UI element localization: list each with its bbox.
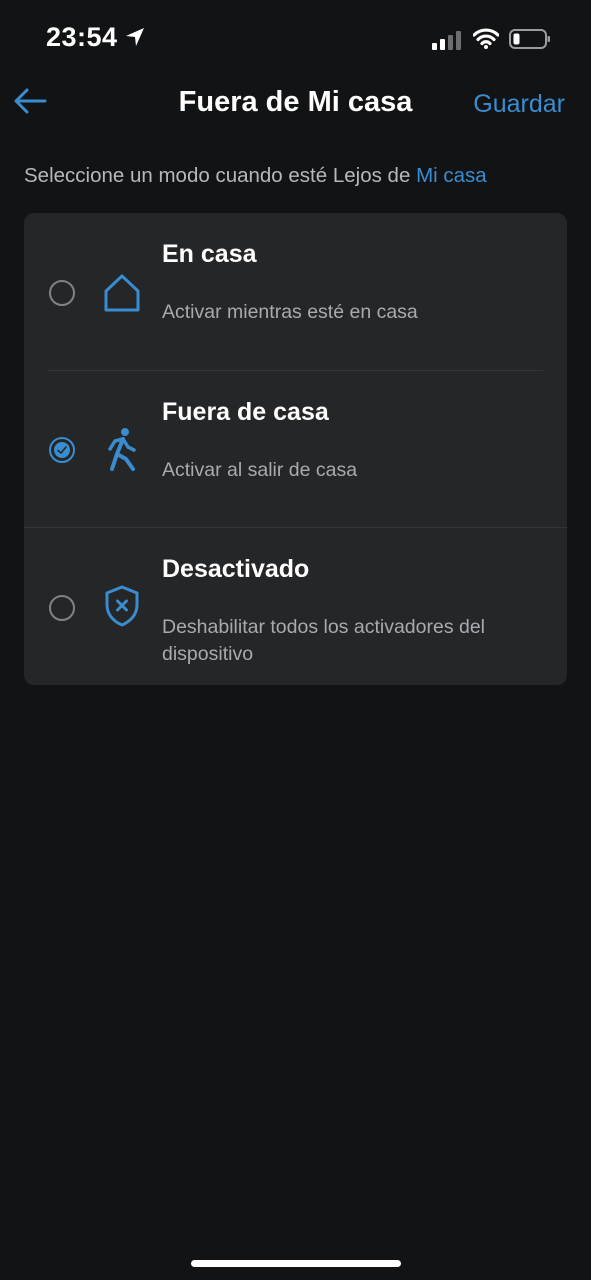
house-icon	[104, 274, 140, 312]
battery-icon	[509, 29, 550, 49]
option-title: Desactivado	[162, 555, 310, 583]
home-location-link[interactable]: Mi casa	[416, 164, 487, 187]
option-description: Activar al salir de casa	[162, 459, 358, 481]
status-bar: 23:54	[0, 0, 591, 80]
radio-button[interactable]	[49, 280, 75, 306]
save-button[interactable]: Guardar	[473, 90, 565, 119]
shield-x-icon	[105, 585, 139, 627]
radio-button[interactable]	[49, 595, 75, 621]
option-title: En casa	[162, 240, 257, 268]
walking-person-icon	[108, 428, 136, 471]
instruction-text: Seleccione un modo cuando esté Lejos de	[24, 164, 417, 187]
checkmark-icon	[57, 446, 67, 454]
option-description: Deshabilitar todos los activadores del d…	[162, 616, 486, 665]
option-fuera-de-casa[interactable]: Fuera de casa Activar al salir de casa	[24, 371, 567, 528]
location-arrow-icon	[126, 28, 144, 46]
home-indicator[interactable]	[191, 1260, 401, 1267]
option-title: Fuera de casa	[162, 398, 329, 426]
mode-instruction: Seleccione un modo cuando esté Lejos de …	[24, 164, 487, 188]
navigation-bar: Fuera de Mi casa Guardar	[0, 80, 591, 130]
radio-button-selected[interactable]	[49, 437, 75, 463]
option-description: Activar mientras esté en casa	[162, 301, 418, 323]
status-time: 23:54	[46, 22, 118, 52]
cellular-signal-icon	[432, 31, 461, 50]
wifi-icon	[473, 28, 499, 49]
option-en-casa[interactable]: En casa Activar mientras esté en casa	[24, 213, 567, 370]
option-desactivado[interactable]: Desactivado Deshabilitar todos los activ…	[24, 528, 567, 685]
mode-options-card: En casa Activar mientras esté en casa Fu…	[24, 213, 567, 685]
